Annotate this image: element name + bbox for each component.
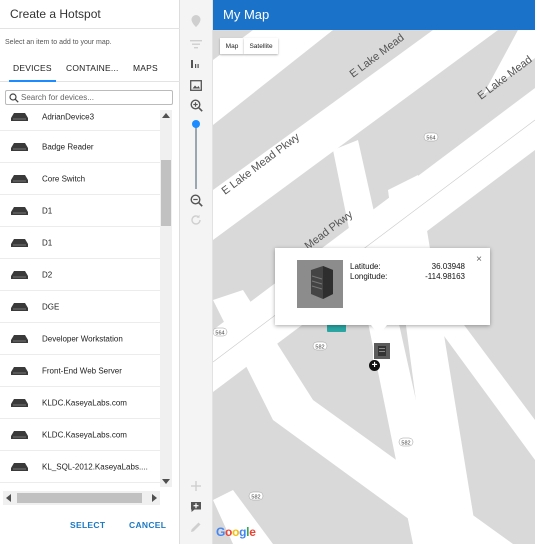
comment-icon[interactable] bbox=[187, 499, 205, 515]
longitude-label: Longitude: bbox=[350, 272, 388, 281]
tab-bar: DEVICES CONTAINE... MAPS bbox=[0, 56, 180, 82]
map-type-map-button[interactable]: Map bbox=[220, 38, 244, 54]
device-name: KL_SQL-2012.KaseyaLabs.... bbox=[42, 462, 148, 471]
list-item[interactable]: Badge Reader bbox=[0, 131, 160, 163]
device-icon bbox=[11, 142, 28, 151]
route-shield: 582 bbox=[401, 441, 410, 447]
scroll-thumb-horizontal[interactable] bbox=[17, 493, 142, 503]
map-type-satellite-button[interactable]: Satellite bbox=[244, 38, 278, 54]
map-title: My Map bbox=[223, 7, 270, 22]
locate-icon[interactable] bbox=[187, 13, 205, 29]
search-input[interactable] bbox=[21, 92, 169, 103]
list-item[interactable]: D1 bbox=[0, 195, 160, 227]
scroll-left-icon[interactable] bbox=[6, 494, 11, 502]
edit-icon[interactable] bbox=[187, 519, 205, 535]
list-item[interactable]: AdrianDevice3 bbox=[0, 103, 160, 131]
route-shield: 582 bbox=[315, 345, 324, 351]
device-name: D1 bbox=[42, 238, 53, 247]
filter-icon[interactable] bbox=[187, 36, 205, 52]
device-marker[interactable] bbox=[373, 342, 391, 360]
device-list: AdrianDevice3 Badge Reader Core Switch D1 D1… bbox=[0, 103, 160, 487]
list-horizontal-scrollbar[interactable] bbox=[3, 491, 160, 505]
zoom-out-icon[interactable] bbox=[187, 192, 205, 208]
device-name: Developer Workstation bbox=[42, 334, 123, 343]
list-item[interactable]: D1 bbox=[0, 227, 160, 259]
zoom-in-icon[interactable] bbox=[187, 97, 205, 113]
device-icon bbox=[11, 430, 28, 439]
latitude-value: 36.03948 bbox=[431, 262, 465, 271]
device-icon bbox=[11, 334, 28, 343]
device-name: AdrianDevice3 bbox=[42, 112, 95, 121]
scroll-right-icon[interactable] bbox=[152, 494, 157, 502]
latitude-label: Latitude: bbox=[350, 262, 381, 271]
device-name: Front-End Web Server bbox=[42, 366, 122, 375]
panel-divider bbox=[0, 28, 180, 29]
device-name: Core Switch bbox=[42, 174, 86, 183]
refresh-icon[interactable] bbox=[187, 212, 205, 228]
list-item[interactable]: Front-End Web Server bbox=[0, 355, 160, 387]
device-icon bbox=[11, 462, 28, 471]
search-icon bbox=[9, 93, 19, 103]
route-shield: 564 bbox=[426, 136, 435, 142]
select-button[interactable]: SELECT bbox=[70, 520, 105, 530]
device-icon bbox=[11, 398, 28, 407]
list-item[interactable]: KLDC.KaseyaLabs.com bbox=[0, 419, 160, 451]
close-icon[interactable]: × bbox=[476, 254, 482, 265]
list-item[interactable]: D2 bbox=[0, 259, 160, 291]
tab-maps[interactable]: MAPS bbox=[133, 63, 158, 73]
image-icon[interactable] bbox=[187, 77, 205, 93]
tab-devices[interactable]: DEVICES bbox=[9, 63, 56, 82]
list-item[interactable]: Developer Workstation bbox=[0, 323, 160, 355]
device-icon bbox=[11, 206, 28, 215]
scroll-thumb[interactable] bbox=[161, 160, 171, 226]
google-letter: G bbox=[216, 525, 226, 539]
hotspot-panel: Create a Hotspot Select an item to add t… bbox=[0, 0, 180, 544]
device-name: KLDC.KaseyaLabs.com bbox=[42, 430, 127, 439]
device-icon bbox=[11, 302, 28, 311]
device-icon bbox=[11, 366, 28, 375]
list-item[interactable]: Core Switch bbox=[0, 163, 160, 195]
device-icon bbox=[11, 270, 28, 279]
scroll-down-icon[interactable] bbox=[162, 479, 170, 484]
device-name: KLDC.KaseyaLabs.com bbox=[42, 398, 127, 407]
scroll-up-icon[interactable] bbox=[162, 113, 170, 118]
device-icon bbox=[11, 238, 28, 247]
map-header: My Map bbox=[213, 0, 535, 30]
scale-icon[interactable] bbox=[187, 56, 205, 72]
server-icon bbox=[297, 260, 343, 308]
device-name: Badge Reader bbox=[42, 142, 94, 151]
route-shield: 582 bbox=[251, 495, 260, 501]
add-hotspot-icon[interactable]: + bbox=[369, 360, 380, 371]
tab-containers[interactable]: CONTAINE... bbox=[66, 63, 119, 73]
app: Create a Hotspot Select an item to add t… bbox=[0, 0, 535, 544]
device-name: DGE bbox=[42, 302, 60, 311]
map-view: My Map E Lake Mead E Lake Mead E Lake Me… bbox=[213, 0, 535, 544]
add-icon[interactable] bbox=[187, 478, 205, 494]
device-name: D2 bbox=[42, 270, 53, 279]
device-icon bbox=[11, 112, 28, 121]
list-item[interactable]: KLDC.KaseyaLabs.com bbox=[0, 387, 160, 419]
longitude-value: -114.98163 bbox=[425, 272, 465, 281]
google-letter: e bbox=[249, 525, 256, 539]
route-shield: 564 bbox=[215, 331, 224, 337]
zoom-slider-handle[interactable] bbox=[192, 120, 200, 128]
device-icon bbox=[11, 174, 28, 183]
location-popup: Latitude: 36.03948 Longitude: -114.98163… bbox=[275, 248, 490, 335]
device-name: D1 bbox=[42, 206, 53, 215]
zoom-slider-track[interactable] bbox=[195, 121, 197, 189]
panel-subtitle: Select an item to add to your map. bbox=[5, 39, 112, 46]
panel-title: Create a Hotspot bbox=[10, 7, 101, 21]
list-vertical-scrollbar[interactable] bbox=[160, 110, 172, 487]
map-toolbar bbox=[180, 0, 213, 544]
google-logo: Google bbox=[216, 525, 256, 539]
cancel-button[interactable]: CANCEL bbox=[129, 520, 166, 530]
list-item[interactable]: KL_SQL-2012.KaseyaLabs.... bbox=[0, 451, 160, 483]
list-item[interactable]: DGE bbox=[0, 291, 160, 323]
